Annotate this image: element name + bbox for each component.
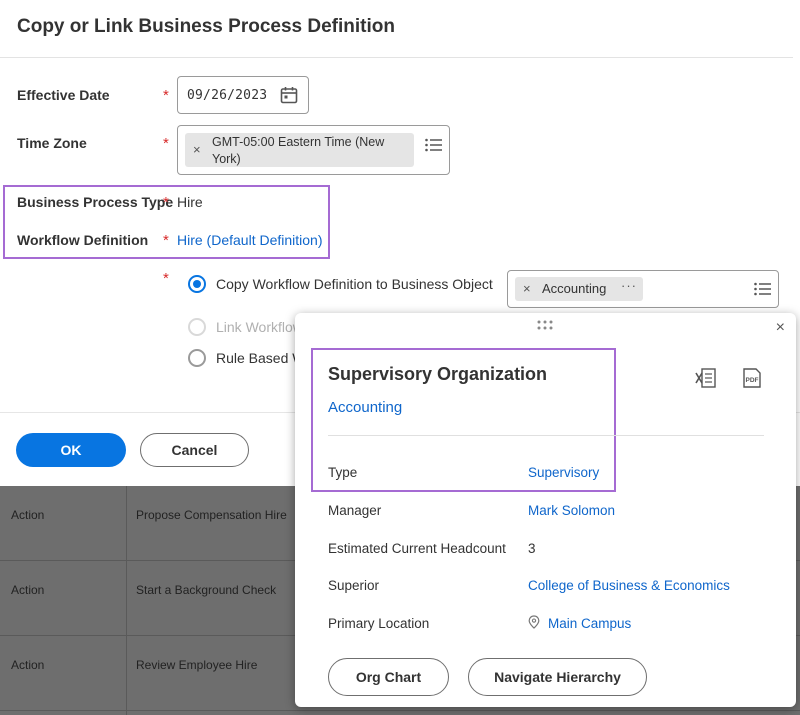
radio-copy-workflow-label[interactable]: Copy Workflow Definition to Business Obj… bbox=[216, 276, 493, 292]
radio-copy-workflow[interactable] bbox=[188, 275, 206, 293]
table-cell: Action bbox=[11, 508, 45, 522]
field-superior-link[interactable]: College of Business & Economics bbox=[528, 578, 730, 593]
field-location-label: Primary Location bbox=[328, 616, 430, 631]
workflow-definition-label: Workflow Definition bbox=[17, 232, 149, 248]
business-object-input[interactable]: × Accounting ··· bbox=[507, 270, 779, 308]
radio-rule-based[interactable] bbox=[188, 349, 206, 367]
business-process-type-label: Business Process Type bbox=[17, 194, 174, 210]
radio-link-workflow[interactable] bbox=[188, 318, 206, 336]
required-marker: * bbox=[163, 194, 169, 211]
popup-divider bbox=[328, 435, 764, 436]
time-zone-input[interactable]: × GMT-05:00 Eastern Time (New York) bbox=[177, 125, 450, 175]
field-type-link[interactable]: Supervisory bbox=[528, 465, 599, 480]
remove-pill-icon[interactable]: × bbox=[193, 142, 201, 157]
field-location-link[interactable]: Main Campus bbox=[548, 616, 631, 631]
time-zone-label: Time Zone bbox=[17, 135, 87, 151]
effective-date-input[interactable]: 09/26/2023 bbox=[177, 76, 309, 114]
table-cell: Action bbox=[11, 583, 45, 597]
required-marker: * bbox=[163, 87, 169, 104]
radio-rule-based-label[interactable]: Rule Based W bbox=[216, 350, 305, 366]
required-marker: * bbox=[163, 135, 169, 152]
export-pdf-icon[interactable]: PDF bbox=[741, 367, 763, 389]
business-object-pill: × Accounting ··· bbox=[515, 277, 643, 301]
cancel-button[interactable]: Cancel bbox=[140, 433, 249, 467]
time-zone-value: GMT-05:00 Eastern Time (New York) bbox=[212, 135, 385, 166]
calendar-icon[interactable] bbox=[280, 86, 298, 104]
close-icon[interactable]: × bbox=[776, 319, 785, 337]
effective-date-value: 09/26/2023 bbox=[187, 88, 268, 103]
ok-button[interactable]: OK bbox=[16, 433, 126, 467]
list-prompt-icon[interactable] bbox=[425, 138, 442, 152]
required-marker: * bbox=[163, 232, 169, 249]
title-divider bbox=[0, 57, 793, 58]
supervisory-org-popup: × Supervisory Organization Accounting PD… bbox=[295, 313, 796, 707]
export-excel-icon[interactable] bbox=[695, 367, 717, 389]
org-chart-button[interactable]: Org Chart bbox=[328, 658, 449, 696]
table-cell: Action bbox=[11, 658, 45, 672]
field-headcount-value: 3 bbox=[528, 541, 536, 556]
field-manager-link[interactable]: Mark Solomon bbox=[528, 503, 615, 518]
remove-pill-icon[interactable]: × bbox=[523, 281, 531, 296]
svg-text:PDF: PDF bbox=[746, 377, 759, 384]
workflow-definition-link[interactable]: Hire (Default Definition) bbox=[177, 232, 323, 248]
field-manager-label: Manager bbox=[328, 503, 382, 518]
required-marker: * bbox=[163, 270, 169, 287]
field-type-label: Type bbox=[328, 465, 358, 480]
time-zone-pill: × GMT-05:00 Eastern Time (New York) bbox=[185, 133, 414, 167]
business-object-value[interactable]: Accounting bbox=[542, 281, 606, 296]
popup-title: Supervisory Organization bbox=[328, 364, 548, 384]
radio-link-workflow-label[interactable]: Link Workflow bbox=[216, 319, 303, 335]
table-cell: Propose Compensation Hire bbox=[136, 508, 287, 522]
table-cell: Review Employee Hire bbox=[136, 658, 258, 672]
field-superior-label: Superior bbox=[328, 578, 380, 593]
list-prompt-icon[interactable] bbox=[754, 282, 771, 296]
location-pin-icon bbox=[528, 615, 540, 629]
more-icon[interactable]: ··· bbox=[621, 278, 637, 293]
effective-date-label: Effective Date bbox=[17, 87, 110, 103]
business-process-type-value: Hire bbox=[177, 194, 203, 210]
field-headcount-label: Estimated Current Headcount bbox=[328, 541, 506, 556]
navigate-hierarchy-button[interactable]: Navigate Hierarchy bbox=[468, 658, 647, 696]
page-title: Copy or Link Business Process Definition bbox=[17, 16, 395, 37]
table-cell: Start a Background Check bbox=[136, 583, 277, 597]
drag-handle-icon[interactable] bbox=[537, 320, 553, 330]
popup-org-link[interactable]: Accounting bbox=[328, 399, 402, 416]
